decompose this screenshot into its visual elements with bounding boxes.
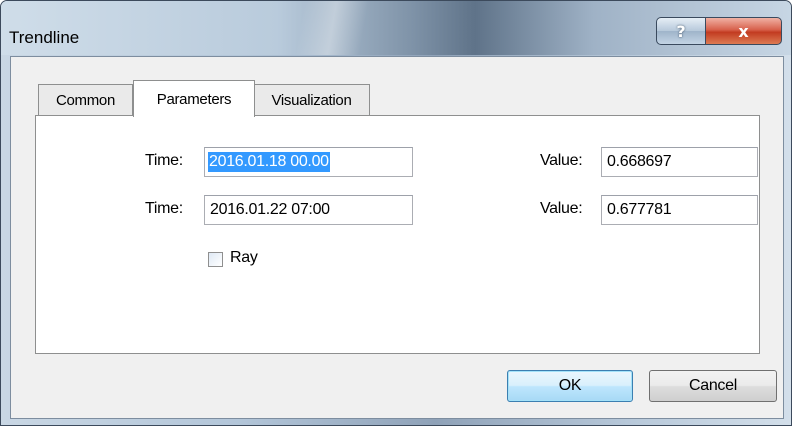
ok-button[interactable]: OK bbox=[507, 370, 633, 402]
dialog-client-area: Common Parameters Visualization Time: 20… bbox=[10, 56, 784, 419]
ray-label[interactable]: Ray bbox=[230, 249, 258, 267]
time2-label: Time: bbox=[145, 200, 183, 217]
time2-input[interactable] bbox=[204, 195, 413, 225]
time1-selection-highlight: 2016.01.18 00.00 bbox=[208, 152, 330, 172]
time1-field-wrapper: 2016.01.18 00.00 bbox=[204, 147, 413, 177]
title-bar[interactable]: Trendline ? x bbox=[1, 1, 791, 55]
value1-label: Value: bbox=[540, 152, 583, 169]
cancel-button[interactable]: Cancel bbox=[649, 370, 777, 402]
close-button[interactable]: x bbox=[705, 17, 782, 45]
tab-common[interactable]: Common bbox=[38, 84, 133, 115]
tab-visualization[interactable]: Visualization bbox=[253, 84, 370, 115]
trendline-dialog: Trendline ? x Common Parameters Visualiz… bbox=[0, 0, 792, 426]
window-title: Trendline bbox=[9, 28, 80, 47]
ray-checkbox[interactable] bbox=[208, 252, 223, 267]
value2-label: Value: bbox=[540, 200, 583, 217]
tab-parameters[interactable]: Parameters bbox=[133, 80, 255, 117]
value1-input[interactable] bbox=[601, 147, 758, 177]
value2-input[interactable] bbox=[601, 195, 758, 225]
close-icon: x bbox=[738, 21, 749, 41]
help-button[interactable]: ? bbox=[656, 17, 706, 45]
parameters-panel: Time: 2016.01.18 00.00 Time: Value: Valu… bbox=[35, 115, 760, 354]
question-mark-icon: ? bbox=[676, 21, 686, 41]
time1-label: Time: bbox=[145, 152, 183, 169]
